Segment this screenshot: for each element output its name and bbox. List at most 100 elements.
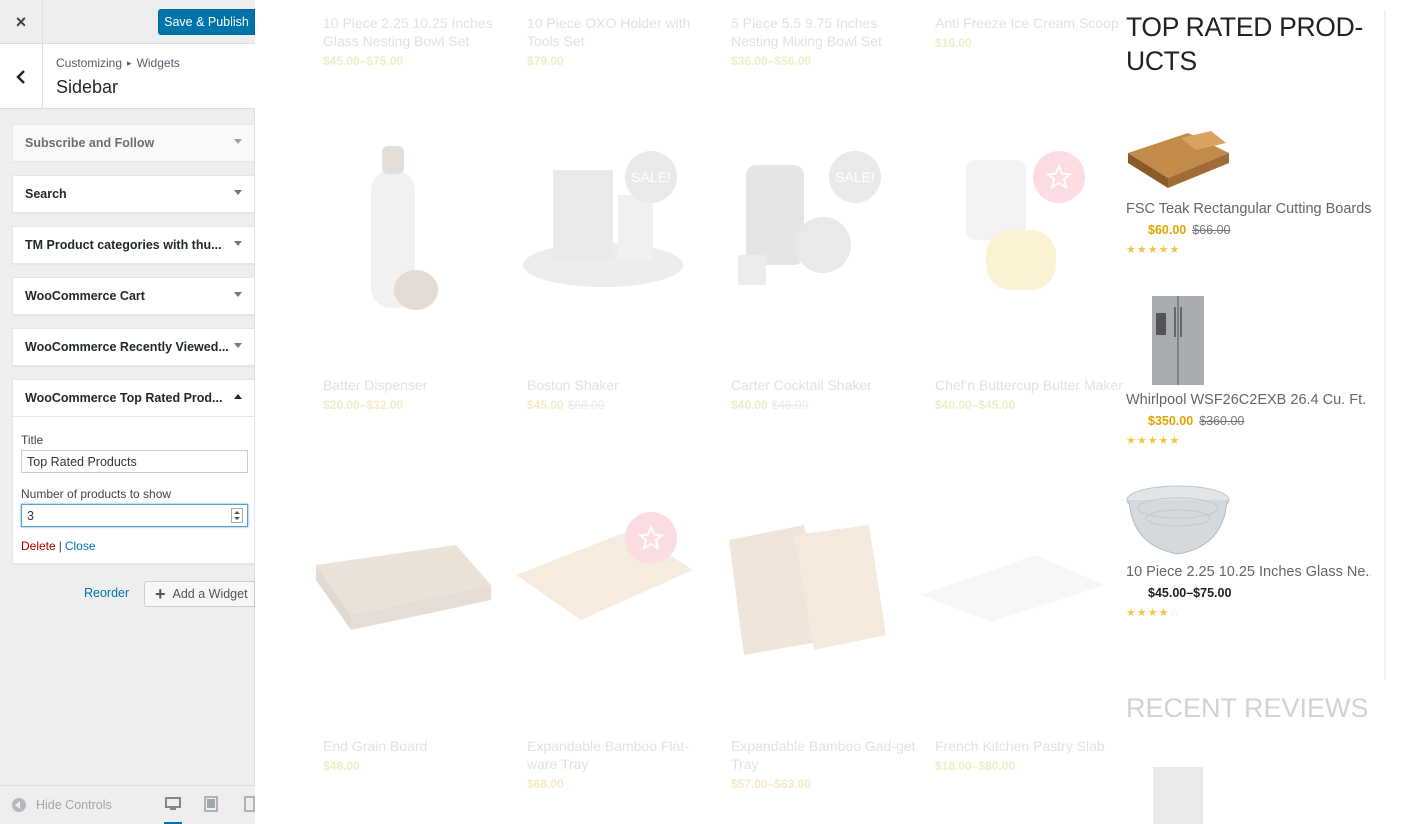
product-price: $40.00–$45.00 <box>935 398 1125 412</box>
old-price: $360.00 <box>1199 414 1245 428</box>
product-price: $57.00–$63.00 <box>731 777 921 791</box>
widget-header[interactable]: WooCommerce Top Rated Prod... <box>13 380 254 416</box>
widget-title: WooCommerce Recently Viewed... <box>25 340 229 354</box>
rating-stars: ★★★★★ <box>1126 435 1181 447</box>
product-card[interactable]: Boston Shaker $45.00 $68.00 <box>527 376 717 412</box>
product-image-gadget-tray <box>729 525 886 655</box>
widget-search[interactable]: Search <box>12 175 255 213</box>
section-header: Customizing ▸ Widgets Sidebar <box>0 44 255 109</box>
widget-header[interactable]: WooCommerce Recently Viewed... <box>13 329 254 365</box>
reorder-link[interactable]: Reorder <box>84 586 129 600</box>
product-name: 10 Piece OXO Holder with Tools Set <box>527 15 691 49</box>
widget-header[interactable]: Search <box>13 176 254 212</box>
mobile-icon-glyph <box>244 796 255 812</box>
top-rated-item[interactable]: Whirlpool WSF26C2EXB 26.4 Cu. Ft. ... $3… <box>1126 295 1386 447</box>
featured-badge <box>625 512 677 564</box>
tablet-icon-glyph <box>204 796 218 812</box>
product-thumbnail <box>1126 485 1230 555</box>
close-customizer-button[interactable]: × <box>0 0 43 44</box>
back-button[interactable] <box>0 44 43 109</box>
product-card[interactable]: Anti Freeze Ice Cream Scoop $16.00 <box>935 14 1125 50</box>
number-stepper[interactable] <box>231 508 243 523</box>
product-price: $20.00–$32.00 <box>323 398 513 412</box>
rating-stars: ★★★★☆ <box>1126 607 1181 619</box>
product-card[interactable]: 10 Piece OXO Holder with Tools Set $79.0… <box>527 14 717 68</box>
old-price: $68.00 <box>567 398 605 412</box>
widget-header[interactable]: WooCommerce Cart <box>13 278 254 314</box>
top-rated-price: $60.00 $66.00 <box>1148 223 1386 237</box>
widget-top-rated-products[interactable]: WooCommerce Top Rated Prod... Title Top … <box>12 379 255 564</box>
chevron-up-icon[interactable] <box>234 394 242 399</box>
chevron-down-icon[interactable] <box>234 139 242 144</box>
price-value: $40.00–$45.00 <box>935 398 1016 412</box>
chevron-down-icon[interactable] <box>234 292 242 297</box>
old-price: $46.00 <box>771 398 809 412</box>
product-card[interactable]: Chef'n Buttercup Butter Maker $40.00–$45… <box>935 376 1125 412</box>
delete-link[interactable]: Delete <box>21 539 56 553</box>
product-price: $40.00 $46.00 <box>731 398 921 412</box>
hide-controls-label: Hide Controls <box>36 798 112 812</box>
actions-separator: | <box>58 539 62 553</box>
product-card[interactable]: Expandable Bamboo Gad-get Tray $57.00–$6… <box>731 737 921 791</box>
product-thumbnail <box>1128 131 1229 188</box>
number-of-products-input[interactable]: 3 <box>21 504 248 527</box>
widget-control-actions: Delete | Close <box>21 539 246 553</box>
price-value: $40.00 <box>731 398 768 412</box>
chevron-down-icon[interactable] <box>234 190 242 195</box>
product-price: $45.00–$75.00 <box>323 54 513 68</box>
add-widget-button[interactable]: + Add a Widget <box>144 581 255 607</box>
title-input[interactable]: Top Rated Products <box>21 450 248 473</box>
product-card[interactable]: Batter Dispenser $20.00–$32.00 <box>323 376 513 412</box>
product-card[interactable]: Expandable Bamboo Flat-ware Tray $68.00 <box>527 737 717 791</box>
widget-header[interactable]: Subscribe and Follow <box>13 125 254 161</box>
widget-woocommerce-cart[interactable]: WooCommerce Cart <box>12 277 255 315</box>
product-thumbnail <box>1152 296 1204 385</box>
chevron-down-icon[interactable] <box>234 241 242 246</box>
breadcrumb: Customizing ▸ Widgets <box>56 56 180 70</box>
top-rated-name[interactable]: Whirlpool WSF26C2EXB 26.4 Cu. Ft. ... <box>1126 392 1371 408</box>
number-label: Number of products to show <box>21 487 172 501</box>
product-card[interactable]: 5 Piece 5.5 9.75 Inches Nesting Mixing B… <box>731 14 921 68</box>
widget-header[interactable]: TM Product categories with thu... <box>13 227 254 263</box>
section-title: Sidebar <box>56 77 119 97</box>
desktop-icon[interactable] <box>164 796 182 824</box>
product-name: Expandable Bamboo Flat-ware Tray <box>527 738 689 772</box>
desktop-icon-glyph <box>165 797 181 810</box>
product-card[interactable]: End Grain Board $48.00 <box>323 737 513 773</box>
product-price: $36.00–$56.00 <box>731 54 921 68</box>
old-price: $66.00 <box>1192 223 1231 237</box>
title-label: Title <box>21 433 44 447</box>
collapse-icon <box>12 798 26 812</box>
top-rated-name[interactable]: FSC Teak Rectangular Cutting Boards... <box>1126 201 1371 217</box>
price-value: $45.00–$75.00 <box>1148 586 1232 600</box>
widget-subscribe-follow[interactable]: Subscribe and Follow <box>12 124 255 162</box>
top-rated-title: TOP RATED PROD-UCTS <box>1126 12 1363 76</box>
widget-product-categories[interactable]: TM Product categories with thu... <box>12 226 255 264</box>
product-card[interactable]: Carter Cocktail Shaker $40.00 $46.00 <box>731 376 921 412</box>
hide-controls-button[interactable]: Hide Controls <box>12 798 112 812</box>
top-rated-item[interactable]: FSC Teak Rectangular Cutting Boards... $… <box>1126 128 1386 256</box>
sale-badge: SALE! <box>625 151 677 203</box>
customizer-footer: Hide Controls <box>0 785 255 824</box>
breadcrumb-separator: ▸ <box>127 58 132 68</box>
save-publish-button[interactable]: Save & Publish <box>158 9 255 35</box>
stepper-down[interactable] <box>232 516 242 523</box>
tablet-icon[interactable] <box>203 796 221 814</box>
widget-title: WooCommerce Top Rated Prod... <box>25 391 223 405</box>
price-value: $18.00–$80.00 <box>935 759 1016 773</box>
price-value: $57.00–$63.00 <box>731 777 812 791</box>
top-rated-name[interactable]: 10 Piece 2.25 10.25 Inches Glass Ne... <box>1126 564 1371 580</box>
product-card[interactable]: French Kitchen Pastry Slab $18.00–$80.00 <box>935 737 1125 773</box>
widget-recently-viewed[interactable]: WooCommerce Recently Viewed... <box>12 328 255 366</box>
top-rated-price: $350.00 $360.00 <box>1148 414 1386 428</box>
product-name: Expandable Bamboo Gad-get Tray <box>731 738 916 772</box>
top-rated-item[interactable]: 10 Piece 2.25 10.25 Inches Glass Ne... $… <box>1126 484 1386 619</box>
chevron-down-icon[interactable] <box>234 343 242 348</box>
product-price: $45.00 $68.00 <box>527 398 717 412</box>
product-image-carter-shaker <box>738 165 851 285</box>
close-link[interactable]: Close <box>65 539 96 553</box>
product-card[interactable]: 10 Piece 2.25 10.25 Inches Glass Nesting… <box>323 14 513 68</box>
product-name: End Grain Board <box>323 738 428 754</box>
price-value: $36.00–$56.00 <box>731 54 812 68</box>
breadcrumb-widgets: Widgets <box>136 56 180 70</box>
